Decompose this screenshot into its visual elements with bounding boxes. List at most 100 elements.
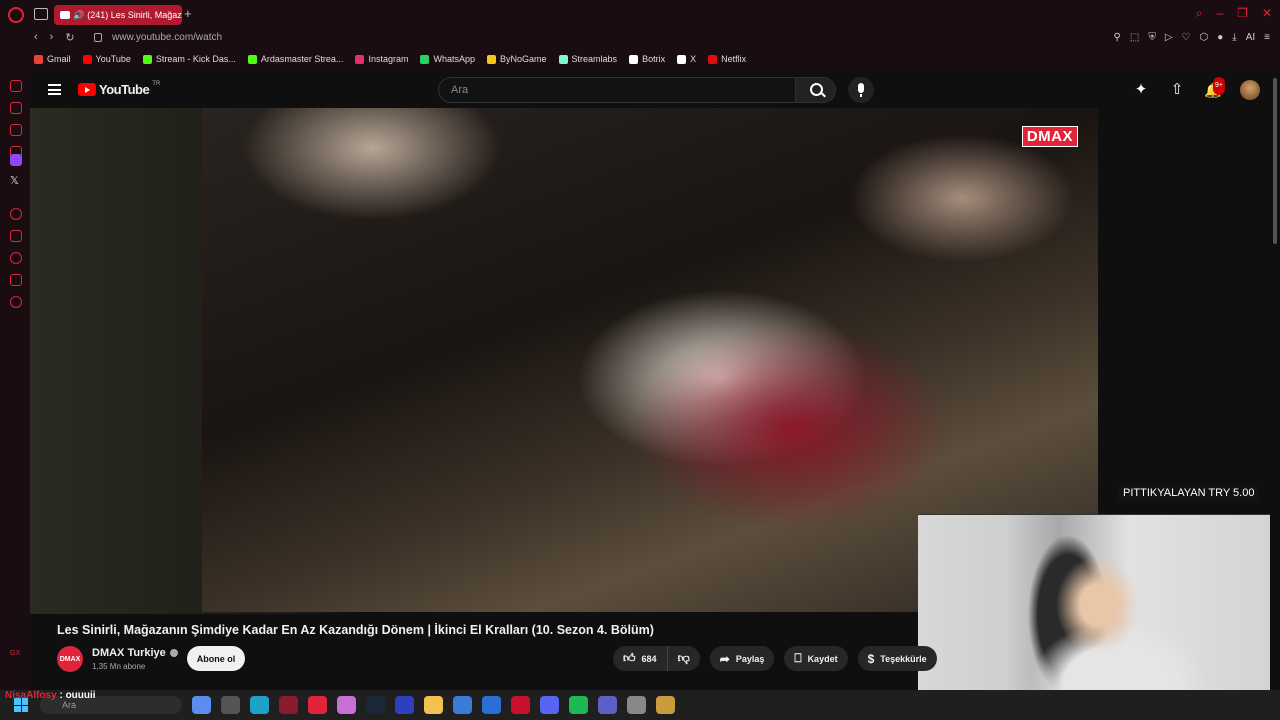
bookmark-youtube[interactable]: YouTube xyxy=(82,54,131,64)
share-label: Paylaş xyxy=(735,653,765,664)
search-tabs-icon[interactable]: ⌕ xyxy=(1196,6,1203,21)
bookmark-instagram[interactable]: Instagram xyxy=(355,54,408,64)
upload-icon[interactable]: ⇧ xyxy=(1168,81,1186,99)
app-dial-icon[interactable] xyxy=(627,696,646,714)
subscriber-count: 1,35 Mn abone xyxy=(92,662,146,671)
heart-icon[interactable]: ♡ xyxy=(1182,32,1191,43)
sidebar-history-icon[interactable] xyxy=(10,252,22,264)
task-view-icon[interactable] xyxy=(221,696,240,714)
avatar[interactable] xyxy=(1240,80,1260,100)
channel-avatar[interactable]: DMAX xyxy=(57,646,83,672)
spotify-icon[interactable] xyxy=(569,696,588,714)
pin-icon[interactable]: ⚲ xyxy=(1114,32,1121,43)
browser-sidebar: 𝕏 GX xyxy=(0,70,30,690)
league-icon[interactable] xyxy=(656,696,675,714)
hamburger-menu-icon[interactable] xyxy=(48,84,61,95)
maximize-button[interactable]: ❐ xyxy=(1237,6,1248,21)
scroll-thumb[interactable] xyxy=(1273,78,1277,244)
url-field[interactable]: www.youtube.com/watch xyxy=(112,32,222,43)
bookmark-bynogame[interactable]: ByNoGame xyxy=(487,54,547,64)
dice-icon[interactable]: ✦ xyxy=(1132,81,1150,99)
voice-search-icon[interactable] xyxy=(848,77,874,103)
app-red-icon[interactable] xyxy=(279,696,298,714)
window-controls: ⌕ – ❐ ✕ xyxy=(1196,6,1272,21)
sidebar-bookmarks-icon[interactable] xyxy=(10,230,22,242)
bookmark-whatsapp[interactable]: WhatsApp xyxy=(420,54,475,64)
speaker-icon[interactable]: 🔊 xyxy=(73,10,84,21)
shield-icon[interactable]: ⛨ xyxy=(1148,32,1156,43)
bookmark-label: Instagram xyxy=(368,54,409,64)
sidebar-gx-corner-icon[interactable] xyxy=(10,80,22,92)
share-button[interactable]: ➦ Paylaş xyxy=(709,646,775,671)
bookmark-x[interactable]: X xyxy=(677,54,696,64)
sidebar-twitch-icon[interactable] xyxy=(10,124,22,136)
edge-icon[interactable] xyxy=(250,696,269,714)
sidebar-twitch-app-icon[interactable] xyxy=(10,154,22,166)
tab-title: (241) Les Sinirli, Mağaz xyxy=(87,10,182,20)
channel-name[interactable]: DMAX Turkiye xyxy=(92,647,178,659)
sidebar-settings-icon[interactable] xyxy=(10,296,22,308)
search-input[interactable]: Ara xyxy=(438,77,796,103)
opera-gx-icon[interactable] xyxy=(308,696,327,714)
forward-icon[interactable]: › xyxy=(50,31,54,44)
youtube-page: YouTube TR Ara ✦ ⇧ 🔔9+ DMAX PITTIKYALAYA… xyxy=(30,70,1280,712)
app-red-circle-icon[interactable] xyxy=(511,696,530,714)
windows-taskbar: Ara xyxy=(0,690,1280,720)
bookmark-gmail[interactable]: Gmail xyxy=(34,54,71,64)
back-icon[interactable]: ‹ xyxy=(34,31,38,44)
discord-icon[interactable] xyxy=(540,696,559,714)
extensions-icon[interactable]: ⬡ xyxy=(1200,32,1209,43)
sidebar-x-icon[interactable]: 𝕏 xyxy=(10,174,19,187)
sidebar-extensions-icon[interactable] xyxy=(10,274,22,286)
app-blue-icon[interactable] xyxy=(395,696,414,714)
new-tab-button[interactable]: + xyxy=(184,6,192,21)
bookmark-stream-kick-das[interactable]: Stream - Kick Das... xyxy=(142,54,236,64)
save-button[interactable]: ⎕ Kaydet xyxy=(784,646,848,671)
snapshot-icon[interactable]: ⬚ xyxy=(1130,32,1139,43)
lock-icon[interactable] xyxy=(94,33,102,42)
bookmarks-bar: Gmail YouTube Stream - Kick Das... Ardasmas… xyxy=(0,48,1280,70)
sidebar-gx-icon[interactable]: GX xyxy=(10,650,20,657)
scrollbar[interactable] xyxy=(1270,70,1280,690)
ai-button[interactable]: AI xyxy=(1246,32,1255,43)
sidebar-player-icon[interactable] xyxy=(10,208,22,220)
opera-logo-icon[interactable] xyxy=(8,7,24,23)
steam-icon[interactable] xyxy=(366,696,385,714)
channel-name-text[interactable]: DMAX Turkiye xyxy=(92,647,166,659)
bookmark-ardasmaster-strea[interactable]: Ardasmaster Strea... xyxy=(247,54,343,64)
thanks-button[interactable]: $ Teşekkürle xyxy=(857,646,937,671)
dislike-button[interactable]: 👎︎ xyxy=(667,646,700,671)
mail-icon[interactable] xyxy=(482,696,501,714)
tab-youtube[interactable]: 🔊 (241) Les Sinirli, Mağaz xyxy=(54,5,182,25)
bookmark-streamlabs[interactable]: Streamlabs xyxy=(558,54,617,64)
bookmark-favicon-icon xyxy=(82,54,92,64)
close-window-button[interactable]: ✕ xyxy=(1262,6,1272,21)
download-icon[interactable]: ⤓ xyxy=(1232,32,1236,43)
bookmark-favicon-icon xyxy=(34,54,43,64)
sidebar-store-icon[interactable] xyxy=(10,102,22,114)
bookmark-netflix[interactable]: Netflix xyxy=(708,54,746,64)
minimize-button[interactable]: – xyxy=(1216,6,1223,21)
bookmark-botrix[interactable]: Botrix xyxy=(629,54,665,64)
file-explorer-icon[interactable] xyxy=(424,696,443,714)
notifications-icon[interactable]: 🔔9+ xyxy=(1204,77,1225,99)
navigation-buttons: ‹ › ↻ xyxy=(34,31,75,44)
header-actions: ✦ ⇧ 🔔9+ xyxy=(1132,77,1260,100)
teams-icon[interactable] xyxy=(598,696,617,714)
bookmark-label: ByNoGame xyxy=(500,54,547,64)
bookmark-label: X xyxy=(690,54,697,64)
webcam-overlay xyxy=(918,514,1270,712)
tab-switcher-icon[interactable] xyxy=(34,8,48,20)
app-multi-icon[interactable] xyxy=(337,696,356,714)
youtube-logo[interactable]: YouTube TR xyxy=(78,81,160,97)
chat-text: : ouuuii xyxy=(56,690,96,701)
subscribe-button[interactable]: Abone ol xyxy=(187,646,245,671)
profile-icon[interactable]: ● xyxy=(1217,32,1223,43)
like-button[interactable]: 👍︎ 684 xyxy=(613,646,668,671)
reload-icon[interactable]: ↻ xyxy=(65,31,74,44)
search-button[interactable] xyxy=(796,77,836,103)
menu-icon[interactable]: ≡ xyxy=(1264,32,1270,43)
copilot-icon[interactable] xyxy=(192,696,211,714)
play-icon[interactable]: ▷ xyxy=(1165,32,1173,43)
store-icon[interactable] xyxy=(453,696,472,714)
